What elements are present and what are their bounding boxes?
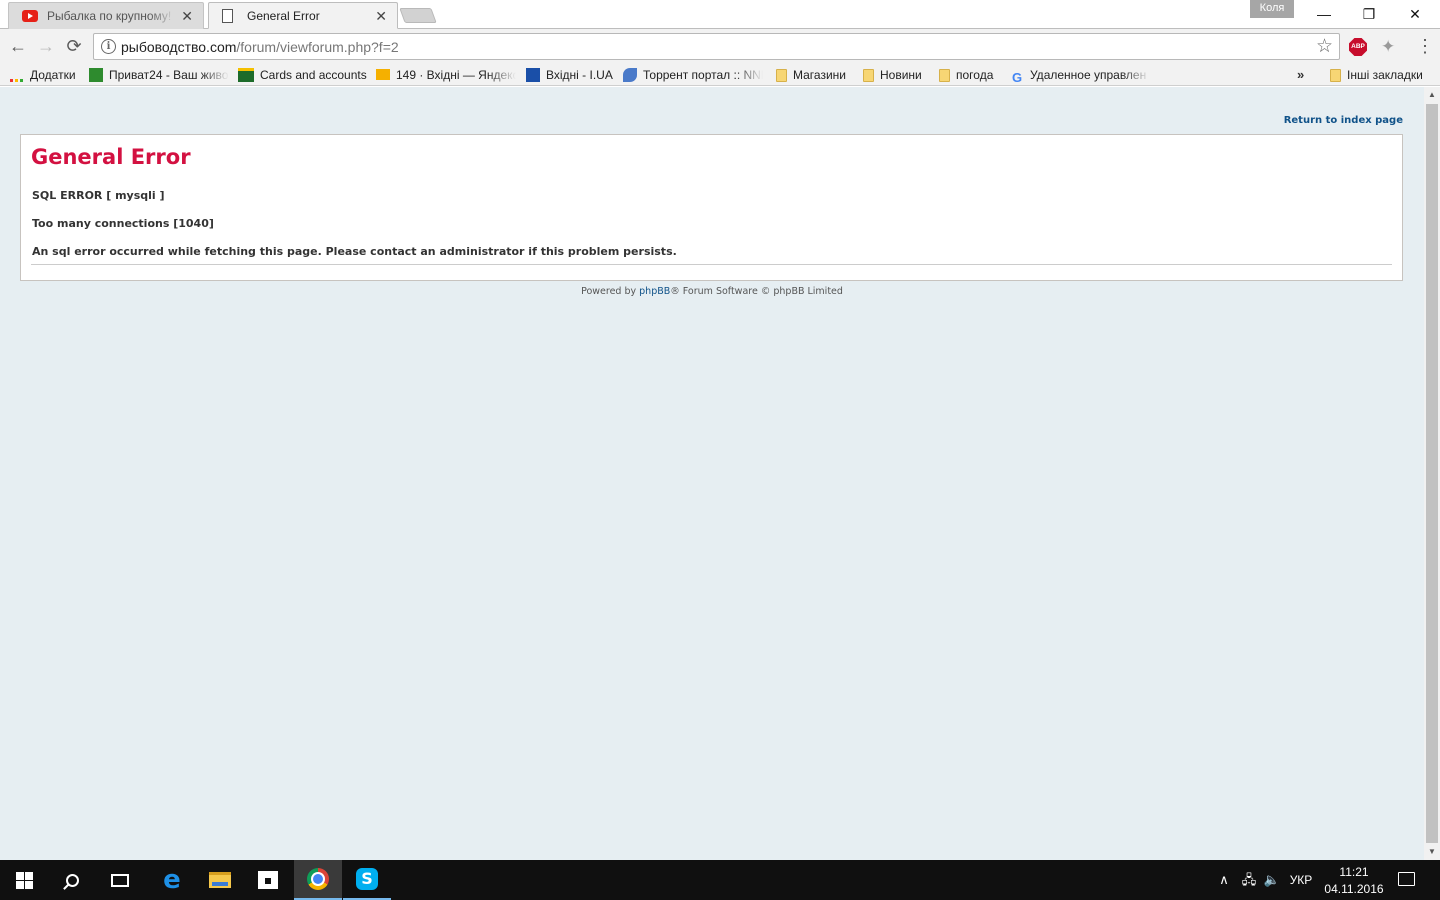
- bookmark-folder-news[interactable]: Новини: [863, 67, 929, 83]
- sql-error-text: SQL ERROR [ mysqli ]: [32, 189, 165, 202]
- clock-date: 04.11.2016: [1324, 882, 1384, 896]
- google-icon: G: [1011, 70, 1023, 84]
- bookmarks-bar: Додатки Приват24 - Ваш живой Cards and a…: [0, 64, 1440, 86]
- folder-icon: [863, 69, 874, 82]
- chrome-icon: [307, 868, 329, 890]
- close-window-button[interactable]: ✕: [1392, 0, 1438, 28]
- page-viewport: Return to index page General Error SQL E…: [0, 87, 1424, 860]
- bookmark-folder-weather[interactable]: погода: [939, 67, 1001, 83]
- reload-button[interactable]: ⟳: [62, 35, 86, 59]
- close-tab-icon[interactable]: ✕: [181, 3, 193, 29]
- windows-start-icon: [15, 871, 33, 889]
- phpbb-link[interactable]: phpBB: [639, 286, 670, 297]
- other-bookmarks[interactable]: Інші закладки: [1330, 67, 1430, 83]
- folder-icon: [939, 69, 950, 82]
- site-info-icon[interactable]: i: [101, 39, 116, 54]
- scroll-thumb[interactable]: [1426, 104, 1438, 843]
- taskbar-file-explorer[interactable]: [196, 860, 244, 900]
- scroll-down-arrow-icon[interactable]: ▼: [1424, 844, 1440, 860]
- url-text[interactable]: рыбоводство.com/forum/viewforum.php?f=2: [121, 39, 399, 55]
- cards-24-7-icon: [238, 68, 254, 82]
- folder-icon: [1330, 69, 1341, 82]
- input-language[interactable]: УКР: [1286, 860, 1316, 900]
- bookmark-star-icon[interactable]: ☆: [1316, 35, 1333, 58]
- bookmark-apps[interactable]: Додатки: [10, 67, 82, 83]
- url-host: рыбоводство.com: [121, 39, 237, 55]
- minimize-button[interactable]: —: [1301, 0, 1347, 28]
- bookmark-cards-accounts[interactable]: Cards and accounts: [238, 67, 368, 83]
- close-tab-icon[interactable]: ✕: [375, 3, 387, 29]
- profile-badge[interactable]: Коля: [1250, 0, 1294, 18]
- tab-youtube[interactable]: Рыбалка по крупному! С ✕: [8, 2, 204, 29]
- browser-toolbar: ← → ⟳ i рыбоводство.com/forum/viewforum.…: [0, 29, 1440, 64]
- folder-icon: [776, 69, 787, 82]
- yandex-mail-icon: [376, 69, 390, 80]
- taskbar-skype[interactable]: S: [343, 860, 391, 900]
- task-view-icon: [111, 873, 129, 887]
- bookmarks-overflow-button[interactable]: »: [1297, 67, 1304, 82]
- restore-button[interactable]: ❐: [1346, 0, 1392, 28]
- scroll-up-arrow-icon[interactable]: ▲: [1424, 87, 1440, 103]
- skype-icon: S: [356, 868, 378, 890]
- network-icon[interactable]: 🖧: [1238, 860, 1260, 900]
- document-icon: [222, 9, 233, 23]
- taskbar-edge[interactable]: e: [148, 860, 196, 900]
- divider: [31, 264, 1392, 265]
- search-button[interactable]: [48, 860, 96, 900]
- system-clock[interactable]: 11:21 04.11.2016: [1318, 864, 1390, 898]
- back-button[interactable]: ←: [6, 35, 30, 59]
- search-icon: [65, 873, 79, 887]
- file-explorer-icon: [209, 872, 231, 888]
- start-button[interactable]: [0, 860, 48, 900]
- footer-copyright: Powered by phpBB® Forum Software © phpBB…: [581, 286, 843, 297]
- bookmark-remote-control[interactable]: G Удаленное управлен: [1010, 67, 1150, 83]
- iua-icon: [526, 68, 540, 82]
- forward-button[interactable]: →: [34, 35, 58, 59]
- bookmark-iua[interactable]: Вхідні - I.UA: [526, 67, 616, 83]
- task-view-button[interactable]: [96, 860, 144, 900]
- tab-label: General Error: [247, 9, 320, 23]
- tab-general-error[interactable]: General Error ✕: [208, 2, 398, 29]
- taskbar-store[interactable]: [244, 860, 292, 900]
- taskbar-chrome[interactable]: [294, 860, 342, 900]
- error-message: An sql error occurred while fetching thi…: [32, 245, 677, 258]
- tray-chevron-icon[interactable]: ∧: [1214, 860, 1234, 900]
- nnm-butterfly-icon: [623, 68, 637, 82]
- youtube-icon: [22, 10, 38, 22]
- title-bar: Рыбалка по крупному! С ✕ General Error ✕…: [0, 0, 1440, 29]
- edge-icon: e: [163, 865, 181, 895]
- privat24-icon: [89, 68, 103, 82]
- bookmark-yandex-mail[interactable]: 149 · Вхідні — Яндекс: [376, 67, 516, 83]
- url-path: /forum/viewforum.php?f=2: [236, 39, 399, 55]
- windows-taskbar: e S ∧ 🖧 🔈 УКР 11:21 04.11.2016: [0, 860, 1440, 900]
- bookmark-privat24[interactable]: Приват24 - Ваш живой: [89, 67, 229, 83]
- action-center-icon[interactable]: [1398, 872, 1415, 886]
- extension-icon[interactable]: ✦: [1381, 37, 1395, 57]
- clock-time: 11:21: [1339, 865, 1369, 879]
- apps-grid-icon: [10, 79, 24, 83]
- tab-label: Рыбалка по крупному! С: [47, 9, 175, 23]
- new-tab-button[interactable]: [399, 8, 437, 23]
- connections-error-text: Too many connections [1040]: [32, 217, 214, 230]
- vertical-scrollbar[interactable]: ▲ ▼: [1424, 87, 1440, 860]
- chrome-menu-icon[interactable]: ⋮: [1416, 36, 1434, 57]
- page-title: General Error: [31, 145, 191, 169]
- error-panel: General Error SQL ERROR [ mysqli ] Too m…: [20, 134, 1403, 281]
- volume-icon[interactable]: 🔈: [1262, 860, 1282, 900]
- return-to-index-link[interactable]: Return to index page: [1284, 115, 1403, 126]
- store-icon: [258, 871, 278, 889]
- address-bar[interactable]: i рыбоводство.com/forum/viewforum.php?f=…: [93, 33, 1340, 60]
- bookmark-torrent[interactable]: Торрент портал :: NNM: [623, 67, 763, 83]
- bookmark-folder-shops[interactable]: Магазини: [776, 67, 854, 83]
